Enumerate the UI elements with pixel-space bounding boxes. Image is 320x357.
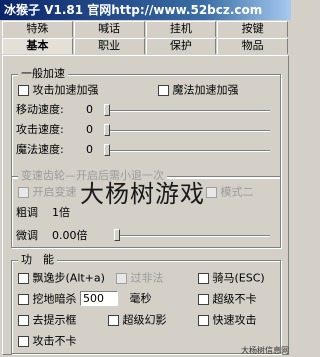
- coarse-label: 粗调: [16, 206, 38, 219]
- super-phantom-option[interactable]: 超级幻影: [108, 313, 167, 327]
- magic-speed-slider[interactable]: [104, 144, 270, 156]
- fine-value: 0.00倍: [52, 229, 88, 242]
- basic-panel: 一般加速 攻击加速加强 魔法加速加强 移动速度: 0 攻击速度: 0 魔法速度:…: [2, 55, 289, 355]
- super-no-lag-checkbox[interactable]: [198, 293, 209, 305]
- fine-label: 微调: [16, 229, 38, 242]
- move-speed-value: 0: [86, 103, 93, 116]
- remove-prompt-checkbox[interactable]: [18, 314, 29, 326]
- tab-basic[interactable]: 基本: [2, 38, 73, 54]
- mode2-checkbox[interactable]: [206, 186, 217, 198]
- enable-gear-checkbox[interactable]: [18, 186, 29, 198]
- enable-gear-label: 开启变速: [32, 185, 77, 199]
- ride-horse-label: 骑马(ESC): [212, 271, 265, 285]
- corner-watermark: 大杨树信息网: [241, 346, 289, 355]
- attack-boost-checkbox[interactable]: [18, 84, 29, 96]
- magic-boost-label: 魔法加速加强: [172, 83, 239, 97]
- attack-speed-slider[interactable]: [104, 124, 270, 136]
- fast-attack-checkbox[interactable]: [198, 314, 209, 326]
- magic-speed-label: 魔法速度:: [16, 143, 64, 156]
- attack-speed-slider-thumb[interactable]: [104, 124, 110, 136]
- float-step-checkbox[interactable]: [18, 272, 29, 284]
- magic-speed-slider-thumb[interactable]: [104, 144, 110, 156]
- ms-unit-label: 毫秒: [129, 292, 152, 305]
- remove-prompt-label: 去提示框: [32, 313, 77, 327]
- attack-no-lag-option[interactable]: 攻击不卡: [18, 334, 77, 348]
- tab-keys[interactable]: 按键: [217, 21, 288, 37]
- attack-no-lag-checkbox[interactable]: [18, 335, 29, 347]
- enable-gear-option[interactable]: 开启变速: [18, 185, 77, 199]
- gear-speed-group: 变速齿轮—开启后需小退一次 开启变速 模式二 粗调 1倍 微调 0.00倍: [11, 169, 281, 248]
- super-no-lag-option[interactable]: 超级不卡: [198, 292, 257, 306]
- tab-row-top: 特殊 喊话 挂机 按键: [2, 21, 289, 37]
- magic-boost-option[interactable]: 魔法加速加强: [158, 83, 239, 97]
- general-speed-group: 一般加速 攻击加速加强 魔法加速加强 移动速度: 0 攻击速度: 0 魔法速度:…: [11, 67, 281, 178]
- remove-prompt-option[interactable]: 去提示框: [18, 313, 77, 327]
- magic-boost-checkbox[interactable]: [158, 84, 169, 96]
- ride-horse-option[interactable]: 骑马(ESC): [198, 271, 265, 285]
- move-speed-slider[interactable]: [104, 104, 270, 116]
- move-speed-label: 移动速度:: [16, 103, 64, 116]
- move-speed-slider-thumb[interactable]: [104, 104, 110, 116]
- attack-speed-label: 攻击速度:: [16, 123, 64, 136]
- attack-speed-value: 0: [86, 123, 93, 136]
- dig-assassinate-option[interactable]: 挖地暗杀: [18, 292, 77, 306]
- tab-class[interactable]: 职业: [73, 38, 145, 54]
- tab-items[interactable]: 物品: [217, 38, 288, 54]
- bypass-illegal-checkbox[interactable]: [116, 272, 127, 284]
- coarse-value: 1倍: [52, 206, 70, 219]
- bypass-illegal-option[interactable]: 过非法: [116, 271, 164, 285]
- fine-tune-slider[interactable]: [114, 229, 270, 241]
- super-phantom-label: 超级幻影: [122, 313, 167, 327]
- tab-row-bottom: 基本 职业 保护 物品: [2, 38, 289, 54]
- bypass-illegal-label: 过非法: [130, 271, 164, 285]
- dig-assassinate-label: 挖地暗杀: [32, 292, 77, 306]
- super-phantom-checkbox[interactable]: [108, 314, 119, 326]
- magic-speed-value: 0: [86, 143, 93, 156]
- float-step-option[interactable]: 飘逸步(Alt+a): [18, 271, 105, 285]
- tab-protect[interactable]: 保护: [145, 38, 217, 54]
- interval-ms-input[interactable]: 500: [80, 291, 118, 306]
- attack-boost-option[interactable]: 攻击加速加强: [18, 83, 99, 97]
- attack-no-lag-label: 攻击不卡: [32, 334, 77, 348]
- float-step-label: 飘逸步(Alt+a): [32, 271, 105, 285]
- functions-title: 功 能: [18, 253, 57, 267]
- interval-field-wrap: 500 毫秒: [80, 291, 152, 306]
- tab-afk[interactable]: 挂机: [145, 21, 217, 37]
- mode2-label: 模式二: [220, 185, 254, 199]
- gear-speed-title: 变速齿轮—开启后需小退一次: [18, 169, 167, 183]
- attack-boost-label: 攻击加速加强: [32, 83, 99, 97]
- fast-attack-option[interactable]: 快速攻击: [198, 313, 257, 327]
- functions-group: 功 能 飘逸步(Alt+a) 过非法 骑马(ESC) 挖地暗杀 500 毫秒 超…: [11, 253, 281, 354]
- fast-attack-label: 快速攻击: [212, 313, 257, 327]
- ride-horse-checkbox[interactable]: [198, 272, 209, 284]
- tab-special[interactable]: 特殊: [2, 21, 73, 37]
- fine-tune-slider-thumb[interactable]: [114, 229, 120, 241]
- general-speed-title: 一般加速: [18, 67, 68, 81]
- tab-shout[interactable]: 喊话: [73, 21, 145, 37]
- dig-assassinate-checkbox[interactable]: [18, 293, 29, 305]
- window-title: 冰猴子 V1.81 官网http://www.52bcz.com: [0, 0, 291, 20]
- super-no-lag-label: 超级不卡: [212, 292, 257, 306]
- mode2-option[interactable]: 模式二: [206, 185, 254, 199]
